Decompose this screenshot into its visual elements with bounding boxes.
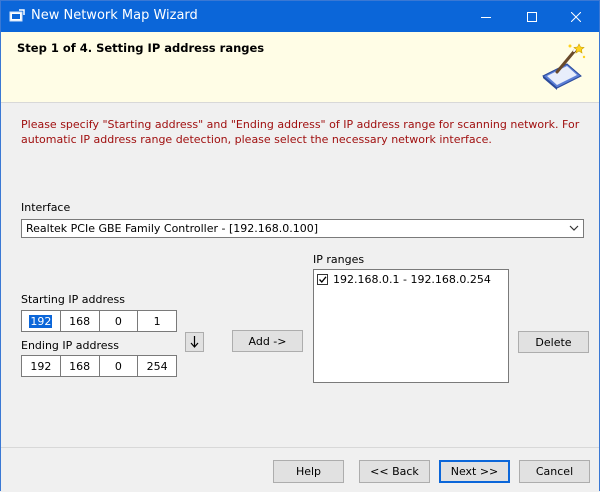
delete-range-button[interactable]: Delete [518, 331, 589, 353]
range-checkbox[interactable] [317, 274, 328, 285]
magic-wand-icon [542, 43, 586, 90]
ip-ranges-label: IP ranges [313, 253, 365, 266]
ending-ip-label: Ending IP address [21, 339, 120, 352]
interface-dropdown[interactable]: Realtek PCIe GBE Family Controller - [19… [21, 219, 584, 238]
chevron-down-icon [569, 225, 579, 231]
close-button[interactable] [553, 1, 599, 32]
instructions-text: Please specify "Starting address" and "E… [21, 118, 580, 146]
starting-ip-octet-2[interactable]: 168 [61, 311, 100, 331]
starting-ip-octet-4[interactable]: 1 [138, 311, 176, 331]
step-title: Step 1 of 4. Setting IP address ranges [17, 41, 265, 55]
minimize-button[interactable] [463, 1, 509, 32]
wizard-window: New Network Map Wizard Step 1 of 4. Sett… [0, 0, 600, 492]
minimize-icon [481, 16, 491, 18]
maximize-icon [527, 11, 537, 22]
maximize-button[interactable] [509, 1, 555, 32]
ending-ip-octet-1[interactable]: 192 [22, 356, 61, 376]
window-title: New Network Map Wizard [31, 8, 198, 23]
starting-ip-field[interactable]: 192 168 0 1 [21, 310, 177, 332]
cancel-button[interactable]: Cancel [519, 460, 590, 483]
list-item[interactable]: 192.168.0.1 - 192.168.0.254 [317, 273, 491, 286]
copy-down-button[interactable] [185, 332, 204, 352]
starting-ip-octet-3[interactable]: 0 [100, 311, 139, 331]
back-button[interactable]: << Back [359, 460, 430, 483]
checkmark-icon [319, 276, 327, 283]
ending-ip-octet-4[interactable]: 254 [138, 356, 176, 376]
range-text: 192.168.0.1 - 192.168.0.254 [333, 273, 491, 286]
starting-ip-octet-1[interactable]: 192 [22, 311, 61, 331]
arrow-down-icon [190, 336, 199, 348]
app-icon [9, 9, 25, 22]
ending-ip-octet-3[interactable]: 0 [100, 356, 139, 376]
wizard-footer: Help << Back Next >> Cancel [1, 447, 599, 492]
starting-ip-label: Starting IP address [21, 293, 125, 306]
next-button[interactable]: Next >> [439, 460, 510, 483]
interface-label: Interface [21, 201, 71, 214]
close-icon [571, 11, 581, 22]
title-bar[interactable]: New Network Map Wizard [1, 1, 599, 32]
ending-ip-field[interactable]: 192 168 0 254 [21, 355, 177, 377]
add-range-button[interactable]: Add -> [232, 330, 303, 352]
ip-ranges-list[interactable]: 192.168.0.1 - 192.168.0.254 [313, 269, 509, 383]
interface-selected-value: Realtek PCIe GBE Family Controller - [19… [26, 222, 319, 235]
wizard-header: Step 1 of 4. Setting IP address ranges [1, 32, 599, 103]
ending-ip-octet-2[interactable]: 168 [61, 356, 100, 376]
help-button[interactable]: Help [273, 460, 344, 483]
